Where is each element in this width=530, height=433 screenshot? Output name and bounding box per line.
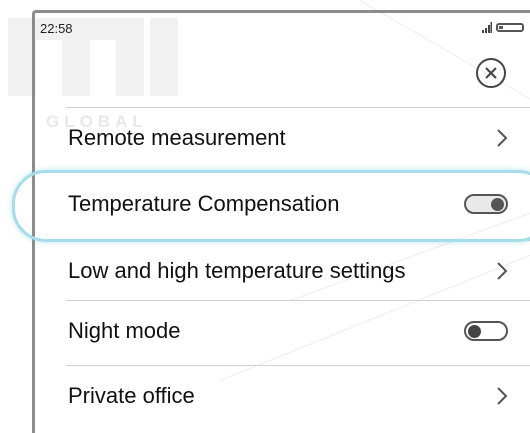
- menu-item-label: Low and high temperature settings: [68, 258, 406, 284]
- chevron-right-icon: [496, 261, 508, 281]
- menu-item-low-high-temperature-settings[interactable]: Low and high temperature settings: [66, 240, 530, 301]
- signal-icon: [482, 22, 492, 33]
- menu-item-label: Private office: [68, 383, 195, 409]
- menu-item-remote-measurement[interactable]: Remote measurement: [66, 107, 530, 168]
- night-mode-toggle[interactable]: [464, 321, 508, 341]
- close-icon: [484, 66, 498, 80]
- menu-item-night-mode[interactable]: Night mode: [66, 300, 530, 361]
- toggle-knob: [468, 325, 481, 338]
- battery-icon: [496, 23, 524, 32]
- menu-item-label: Night mode: [68, 318, 181, 344]
- menu-item-label: Remote measurement: [68, 125, 286, 151]
- chevron-right-icon: [496, 128, 508, 148]
- highlight-ring: [12, 170, 530, 242]
- status-time: 22:58: [40, 21, 73, 36]
- close-button[interactable]: [476, 58, 506, 88]
- chevron-right-icon: [496, 386, 508, 406]
- menu-item-private-office[interactable]: Private office: [66, 365, 530, 426]
